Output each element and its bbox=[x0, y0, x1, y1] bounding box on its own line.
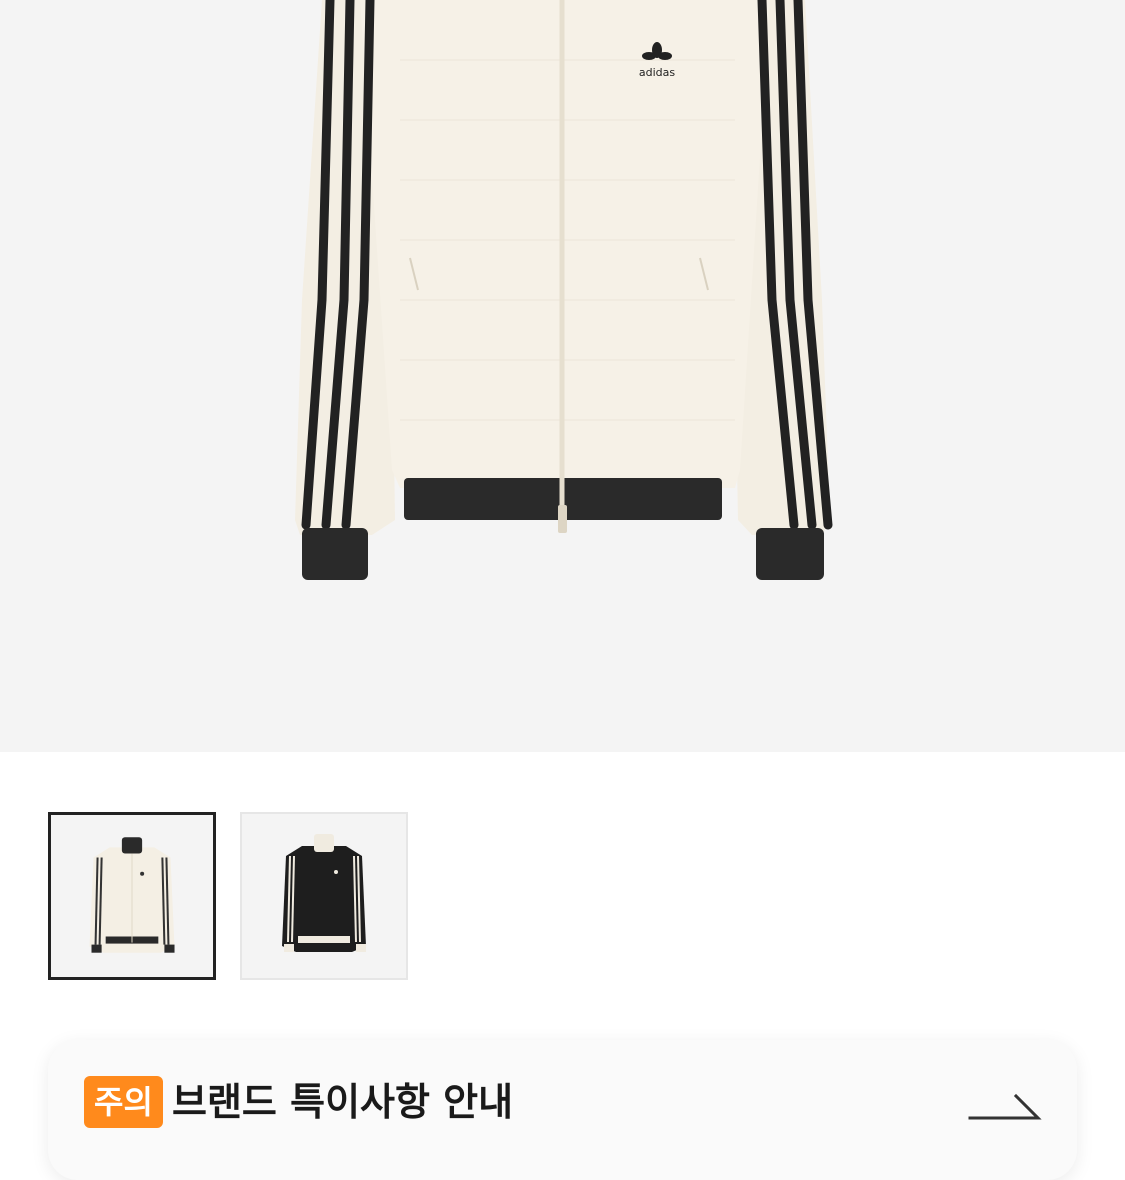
thumbnail-strip bbox=[48, 812, 408, 980]
thumbnail-black-jacket[interactable] bbox=[240, 812, 408, 980]
thumbnail-cream-jacket[interactable] bbox=[48, 812, 216, 980]
brand-notice-card[interactable]: 주의 브랜드 특이사항 안내 bbox=[48, 1040, 1077, 1180]
notice-title: 브랜드 특이사항 안내 bbox=[172, 1080, 514, 1124]
thumbnail-cream-jacket-image bbox=[89, 837, 175, 953]
notice-badge: 주의 bbox=[84, 1076, 163, 1128]
product-main-image[interactable]: adidas bbox=[0, 0, 1125, 752]
thumbnail-black-jacket-image bbox=[282, 834, 366, 952]
jacket-illustration: adidas bbox=[295, 0, 833, 580]
arrow-right-icon[interactable] bbox=[966, 1090, 1046, 1150]
brand-logo-text: adidas bbox=[639, 66, 676, 79]
